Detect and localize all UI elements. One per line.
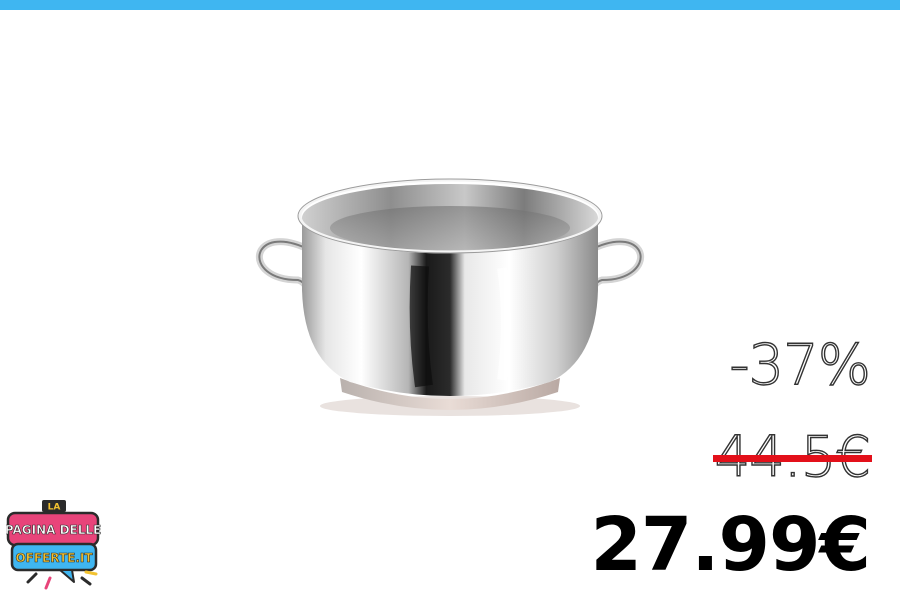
logo-line2: PAGINA DELLE: [6, 523, 101, 537]
old-price: 44.5€: [712, 429, 872, 486]
la-pagina-delle-offerte-logo: LA PAGINA DELLE OFFERTE.IT: [6, 500, 102, 590]
logo-line1: LA: [48, 503, 61, 513]
new-price: 27.99€: [590, 502, 871, 588]
casserole-pot-image: [255, 178, 645, 416]
discount-badge: -37%: [729, 333, 872, 398]
logo-line3: OFFERTE.IT: [15, 551, 93, 565]
strikethrough-line: [712, 455, 872, 462]
top-accent-bar: [0, 0, 900, 10]
offer-card: -37% 44.5€ 27.99€ LA PAGINA DELLE OFFERT…: [0, 0, 900, 600]
